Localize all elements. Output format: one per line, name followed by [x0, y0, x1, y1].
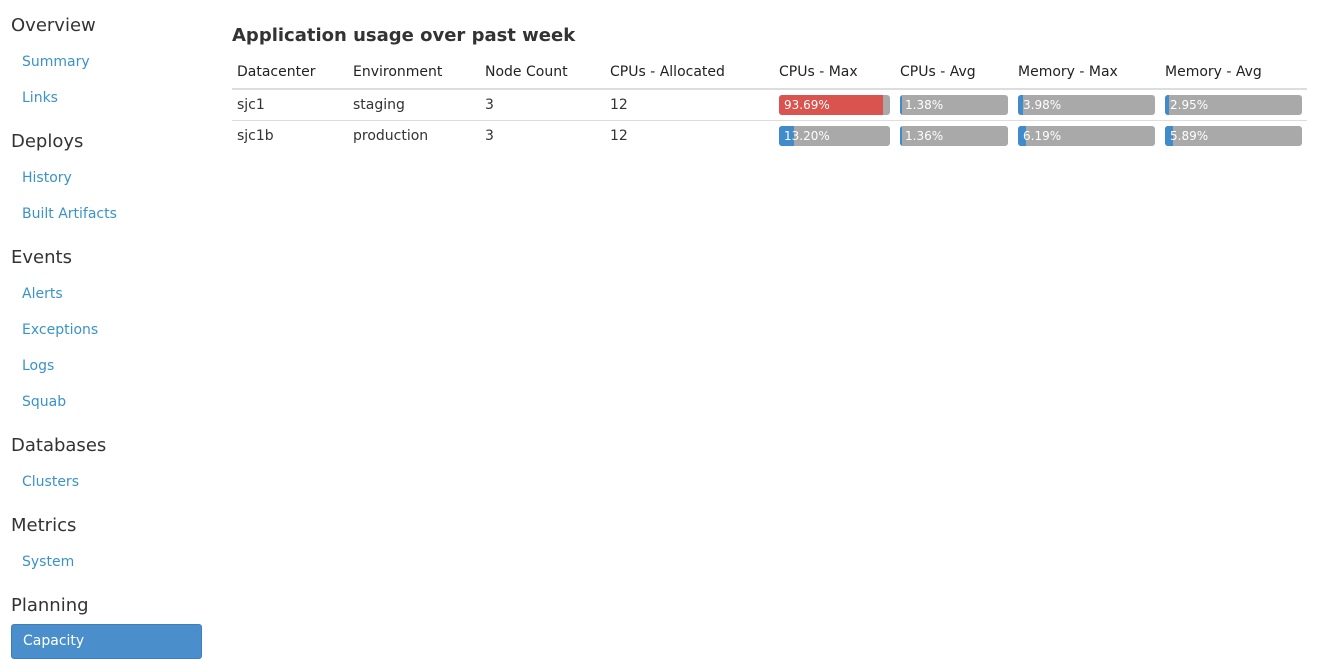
sidebar-item-capacity[interactable]: Capacity: [11, 624, 202, 659]
cell-cpus-avg: 1.38%: [895, 89, 1013, 121]
cell-datacenter: sjc1: [232, 89, 348, 121]
column-header-cpus-max: CPUs - Max: [774, 56, 895, 90]
progress-bar-label: 3.98%: [1023, 97, 1062, 112]
cell-memory-avg: 2.95%: [1160, 89, 1307, 121]
cell-memory-avg: 5.89%: [1160, 120, 1307, 151]
column-header-memory-max: Memory - Max: [1013, 56, 1160, 90]
cell-memory-max: 3.98%: [1013, 89, 1160, 121]
section-title-deploys: Deploys: [11, 131, 84, 152]
sidebar-item-logs[interactable]: Logs: [11, 348, 202, 384]
progress-bar-cpus-max: 13.20%: [779, 125, 890, 146]
sidebar-item-alerts[interactable]: Alerts: [11, 276, 202, 312]
cell-cpus-allocated: 12: [605, 89, 774, 121]
column-header-datacenter: Datacenter: [232, 56, 348, 90]
cell-memory-max: 6.19%: [1013, 120, 1160, 151]
column-header-environment: Environment: [348, 56, 480, 90]
cell-node-count: 3: [480, 89, 605, 121]
progress-bar-memory-max: 6.19%: [1018, 125, 1155, 146]
sidebar-item-system[interactable]: System: [11, 544, 202, 580]
sidebar-item-exceptions[interactable]: Exceptions: [11, 312, 202, 348]
section-title-databases: Databases: [11, 435, 107, 456]
table-header-row: Datacenter Environment Node Count CPUs -…: [232, 56, 1307, 90]
column-header-cpus-allocated: CPUs - Allocated: [605, 56, 774, 90]
page-title: Application usage over past week: [232, 25, 576, 46]
progress-bar-fill: [1165, 94, 1170, 115]
cell-cpus-avg: 1.36%: [895, 120, 1013, 151]
cell-cpus-max: 93.69%: [774, 89, 895, 121]
section-title-metrics: Metrics: [11, 515, 77, 536]
cell-node-count: 3: [485, 127, 494, 144]
sidebar-item-clusters[interactable]: Clusters: [11, 464, 202, 500]
table-row: sjc1 staging 3 12 93.69% 1.38% 3.98% 2.9…: [232, 89, 1307, 121]
sidebar-item-links[interactable]: Links: [11, 80, 202, 116]
sidebar-item-squab[interactable]: Squab: [11, 384, 202, 420]
column-header-memory-avg: Memory - Avg: [1160, 56, 1307, 90]
cell-datacenter: sjc1b: [237, 127, 274, 144]
cell-environment: production: [353, 127, 429, 144]
cell-environment: staging: [348, 89, 480, 121]
table-row: sjc1b production 3 12 13.20% 1.36% 6.19%…: [232, 120, 1307, 151]
column-header-cpus-avg: CPUs - Avg: [895, 56, 1013, 90]
sidebar-item-built-artifacts[interactable]: Built Artifacts: [11, 196, 202, 232]
progress-bar-fill: [900, 94, 903, 115]
section-title-planning: Planning: [11, 595, 89, 616]
progress-bar-cpus-avg: 1.36%: [900, 125, 1008, 146]
cell-cpus-allocated: 12: [610, 127, 628, 144]
progress-bar-label: 13.20%: [784, 128, 830, 143]
progress-bar-cpus-max: 93.69%: [779, 94, 890, 115]
sidebar-item-history[interactable]: History: [11, 160, 202, 196]
progress-bar-label: 6.19%: [1023, 128, 1062, 143]
section-title-events: Events: [11, 247, 72, 268]
progress-bar-label: 2.95%: [1170, 97, 1209, 112]
section-title-overview: Overview: [11, 15, 96, 36]
main-content: Application usage over past week Datacen…: [232, 22, 1307, 151]
progress-bar-label: 1.36%: [905, 128, 944, 143]
sidebar-nav: Overview Summary Links Deploys History B…: [11, 0, 202, 659]
column-header-node-count: Node Count: [480, 56, 605, 90]
progress-bar-cpus-avg: 1.38%: [900, 94, 1008, 115]
progress-bar-memory-max: 3.98%: [1018, 94, 1155, 115]
progress-bar-memory-avg: 5.89%: [1165, 125, 1302, 146]
progress-bar-memory-avg: 2.95%: [1165, 94, 1302, 115]
progress-bar-fill: [900, 125, 903, 146]
progress-bar-label: 1.38%: [905, 97, 944, 112]
cell-cpus-max: 13.20%: [774, 120, 895, 151]
progress-bar-label: 93.69%: [784, 97, 830, 112]
usage-table: Datacenter Environment Node Count CPUs -…: [232, 56, 1307, 151]
sidebar-item-summary[interactable]: Summary: [11, 44, 202, 80]
progress-bar-label: 5.89%: [1170, 128, 1209, 143]
